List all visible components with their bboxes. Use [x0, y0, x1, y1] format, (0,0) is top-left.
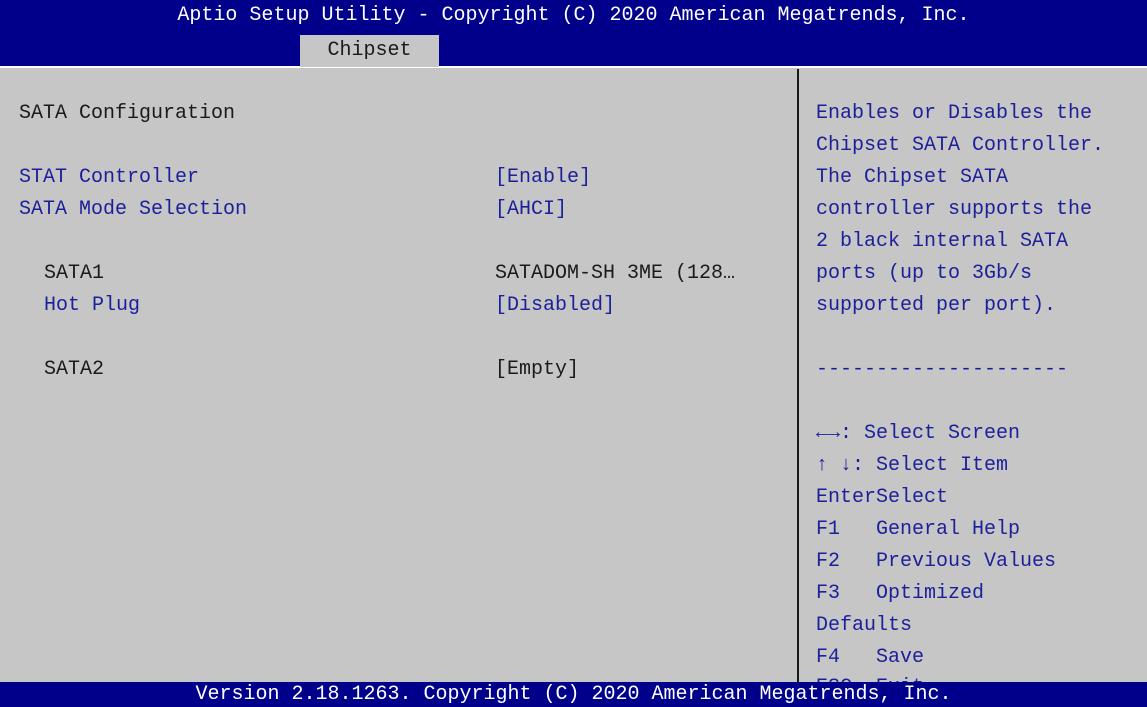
pane-divider — [797, 69, 799, 682]
help-line: 2 black internal SATA — [816, 230, 1069, 253]
title-text: Aptio Setup Utility - Copyright (C) 2020… — [177, 4, 970, 27]
key-hint-f3-cont: Defaults — [816, 614, 913, 637]
help-line: controller supports the — [816, 198, 1093, 221]
hot-plug-label[interactable]: Hot Plug — [44, 294, 140, 317]
section-title: SATA Configuration — [19, 102, 236, 125]
key-hint-f3: F3 Optimized — [816, 582, 985, 605]
sata-mode-selection-value[interactable]: [AHCI] — [495, 198, 567, 221]
tab-chipset[interactable]: Chipset — [300, 35, 439, 67]
help-line: Enables or Disables the — [816, 102, 1093, 125]
stat-controller-value[interactable]: [Enable] — [495, 166, 591, 189]
key-hint-select-screen: ←→: Select Screen — [816, 422, 1021, 445]
key-hint-f1: F1 General Help — [816, 518, 1021, 541]
sata-mode-selection-label[interactable]: SATA Mode Selection — [19, 198, 247, 221]
sata1-label: SATA1 — [44, 262, 105, 285]
key-hint-f4: F4 Save — [816, 646, 925, 669]
help-line: ports (up to 3Gb/s — [816, 262, 1033, 285]
sata1-value: SATADOM-SH 3ME (128… — [495, 262, 736, 285]
sata2-value: [Empty] — [495, 358, 580, 381]
version-bar: Version 2.18.1263. Copyright (C) 2020 Am… — [0, 682, 1147, 707]
hot-plug-value[interactable]: [Disabled] — [495, 294, 615, 317]
bios-screen: Aptio Setup Utility - Copyright (C) 2020… — [0, 0, 1147, 707]
title-bar: Aptio Setup Utility - Copyright (C) 2020… — [0, 0, 1147, 68]
help-separator: --------------------- — [816, 358, 1069, 381]
help-line: supported per port). — [816, 294, 1057, 317]
key-hint-enter: EnterSelect — [816, 486, 949, 509]
help-line: The Chipset SATA — [816, 166, 1009, 189]
key-hint-select-item: ↑ ↓: Select Item — [816, 454, 1009, 477]
help-line: Chipset SATA Controller. — [816, 134, 1105, 157]
key-hint-f2: F2 Previous Values — [816, 550, 1057, 573]
stat-controller-label[interactable]: STAT Controller — [19, 166, 199, 189]
sata2-label: SATA2 — [44, 358, 105, 381]
